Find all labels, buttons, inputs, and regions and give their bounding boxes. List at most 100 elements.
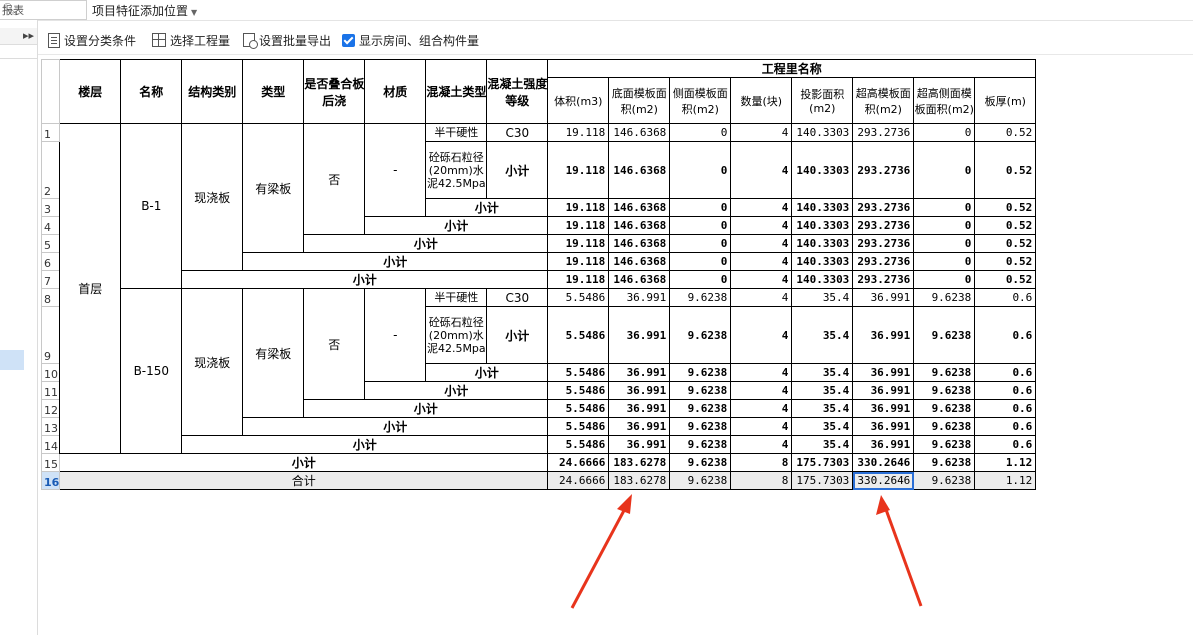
header-proj-area[interactable]: 投影面积(m2) [791,77,854,124]
cell-proj-area[interactable]: 175.7303 [791,453,854,472]
cell-concrete-type[interactable]: 半干硬性 [425,123,488,142]
header-concrete-type[interactable]: 混凝土类型 [425,59,488,124]
header-floor[interactable]: 楼层 [59,59,122,124]
cell-volume[interactable]: 5.5486 [547,399,610,418]
cell-side-form[interactable]: 9.6238 [669,435,732,454]
cell-laminated[interactable]: 否 [303,123,366,235]
cell-proj-area[interactable]: 35.4 [791,363,854,382]
cell-super-form[interactable]: 330.2646 [852,453,915,472]
cell-count[interactable]: 4 [730,417,793,436]
cell-subtotal-label[interactable]: 小计 [303,234,549,253]
selected-tree-item[interactable] [0,350,24,370]
cell-side-form[interactable]: 0 [669,123,732,142]
cell-super-form[interactable]: 36.991 [852,288,915,307]
cell-bottom-form[interactable]: 183.6278 [608,471,671,490]
cell-side-form[interactable]: 0 [669,141,732,199]
show-rooms-checkbox[interactable]: 显示房间、组合构件量 [342,31,479,49]
cell-super-side[interactable]: 0 [913,252,976,271]
cell-volume[interactable]: 19.118 [547,198,610,217]
cell-count[interactable]: 8 [730,471,793,490]
expand-panel-icon[interactable]: ▸▸ [23,29,34,42]
header-super-side[interactable]: 超高侧面模板面积(m2) [913,77,976,124]
report-search-input[interactable]: 报表 🔍︎ [0,0,87,20]
cell-volume[interactable]: 5.5486 [547,363,610,382]
cell-super-side[interactable]: 9.6238 [913,453,976,472]
cell-super-form[interactable]: 36.991 [852,435,915,454]
cell-grade[interactable]: C30 [486,123,549,142]
cell-count[interactable]: 4 [730,435,793,454]
cell-super-side[interactable]: 9.6238 [913,288,976,307]
cell-bottom-form[interactable]: 36.991 [608,417,671,436]
cell-super-form[interactable]: 36.991 [852,399,915,418]
cell-super-side[interactable]: 9.6238 [913,363,976,382]
set-category-button[interactable]: 设置分类条件 [48,31,136,49]
row-number[interactable]: 14 [40,435,61,454]
cell-thickness[interactable]: 0.52 [974,270,1037,289]
cell-grade[interactable]: C30 [486,288,549,307]
cell-bottom-form[interactable]: 146.6368 [608,270,671,289]
cell-subtotal-label[interactable]: 小计 [425,363,549,382]
cell-struct[interactable]: 现浇板 [181,123,244,271]
header-side-form[interactable]: 侧面模板面积(m2) [669,77,732,124]
cell-floor[interactable]: 首层 [59,123,122,454]
cell-bottom-form[interactable]: 36.991 [608,288,671,307]
cell-bottom-form[interactable]: 36.991 [608,381,671,400]
cell-proj-area[interactable]: 35.4 [791,435,854,454]
cell-proj-area[interactable]: 35.4 [791,306,854,364]
cell-thickness[interactable]: 1.12 [974,453,1037,472]
cell-super-form-selected[interactable]: 330.2646 [852,471,915,490]
cell-bottom-form[interactable]: 146.6368 [608,141,671,199]
cell-thickness[interactable]: 0.52 [974,123,1037,142]
cell-proj-area[interactable]: 35.4 [791,381,854,400]
row-number[interactable]: 5 [40,234,61,253]
header-super-form[interactable]: 超高模板面积(m2) [852,77,915,124]
cell-volume[interactable]: 19.118 [547,234,610,253]
feature-location-dropdown[interactable]: 项目特征添加位置 ▼ [92,2,197,19]
cell-super-form[interactable]: 36.991 [852,306,915,364]
cell-name[interactable]: B-1 [120,123,183,289]
cell-subtotal-label[interactable]: 小计 [181,435,549,454]
cell-volume[interactable]: 19.118 [547,252,610,271]
cell-side-form[interactable]: 9.6238 [669,288,732,307]
header-count[interactable]: 数量(块) [730,77,793,124]
cell-super-side[interactable]: 0 [913,141,976,199]
cell-super-side[interactable]: 9.6238 [913,306,976,364]
cell-proj-area[interactable]: 140.3303 [791,234,854,253]
cell-bottom-form[interactable]: 36.991 [608,363,671,382]
cell-category[interactable]: 有梁板 [242,123,305,253]
cell-material[interactable]: - [364,288,427,382]
header-laminated[interactable]: 是否叠合板后浇 [303,59,366,124]
header-bottom-form[interactable]: 底面模板面积(m2) [608,77,671,124]
cell-thickness[interactable]: 0.6 [974,417,1037,436]
cell-count[interactable]: 4 [730,252,793,271]
cell-bottom-form[interactable]: 146.6368 [608,234,671,253]
cell-side-form[interactable]: 0 [669,216,732,235]
batch-export-button[interactable]: 设置批量导出 [243,31,331,49]
cell-thickness[interactable]: 0.52 [974,234,1037,253]
cell-proj-area[interactable]: 140.3303 [791,270,854,289]
cell-count[interactable]: 4 [730,381,793,400]
row-number[interactable]: 7 [40,270,61,289]
cell-thickness[interactable]: 0.6 [974,399,1037,418]
cell-count[interactable]: 4 [730,306,793,364]
cell-thickness[interactable]: 0.6 [974,288,1037,307]
cell-count[interactable]: 4 [730,198,793,217]
cell-proj-area[interactable]: 35.4 [791,288,854,307]
cell-bottom-form[interactable]: 36.991 [608,399,671,418]
cell-thickness[interactable]: 0.6 [974,363,1037,382]
cell-proj-area[interactable]: 140.3303 [791,216,854,235]
row-number[interactable]: 2 [40,141,61,199]
cell-volume[interactable]: 24.6666 [547,453,610,472]
cell-concrete-type[interactable]: 砼砾石粒径(20mm)水泥42.5Mpa [425,141,488,199]
cell-count[interactable]: 4 [730,216,793,235]
row-number[interactable]: 13 [40,417,61,436]
row-number[interactable]: 11 [40,381,61,400]
cell-volume[interactable]: 19.118 [547,123,610,142]
cell-bottom-form[interactable]: 146.6368 [608,123,671,142]
cell-concrete-type[interactable]: 砼砾石粒径(20mm)水泥42.5Mpa [425,306,488,364]
header-category[interactable]: 类型 [242,59,305,124]
cell-super-form[interactable]: 293.2736 [852,270,915,289]
cell-count[interactable]: 4 [730,399,793,418]
cell-count[interactable]: 4 [730,123,793,142]
row-number[interactable]: 1 [40,123,61,142]
